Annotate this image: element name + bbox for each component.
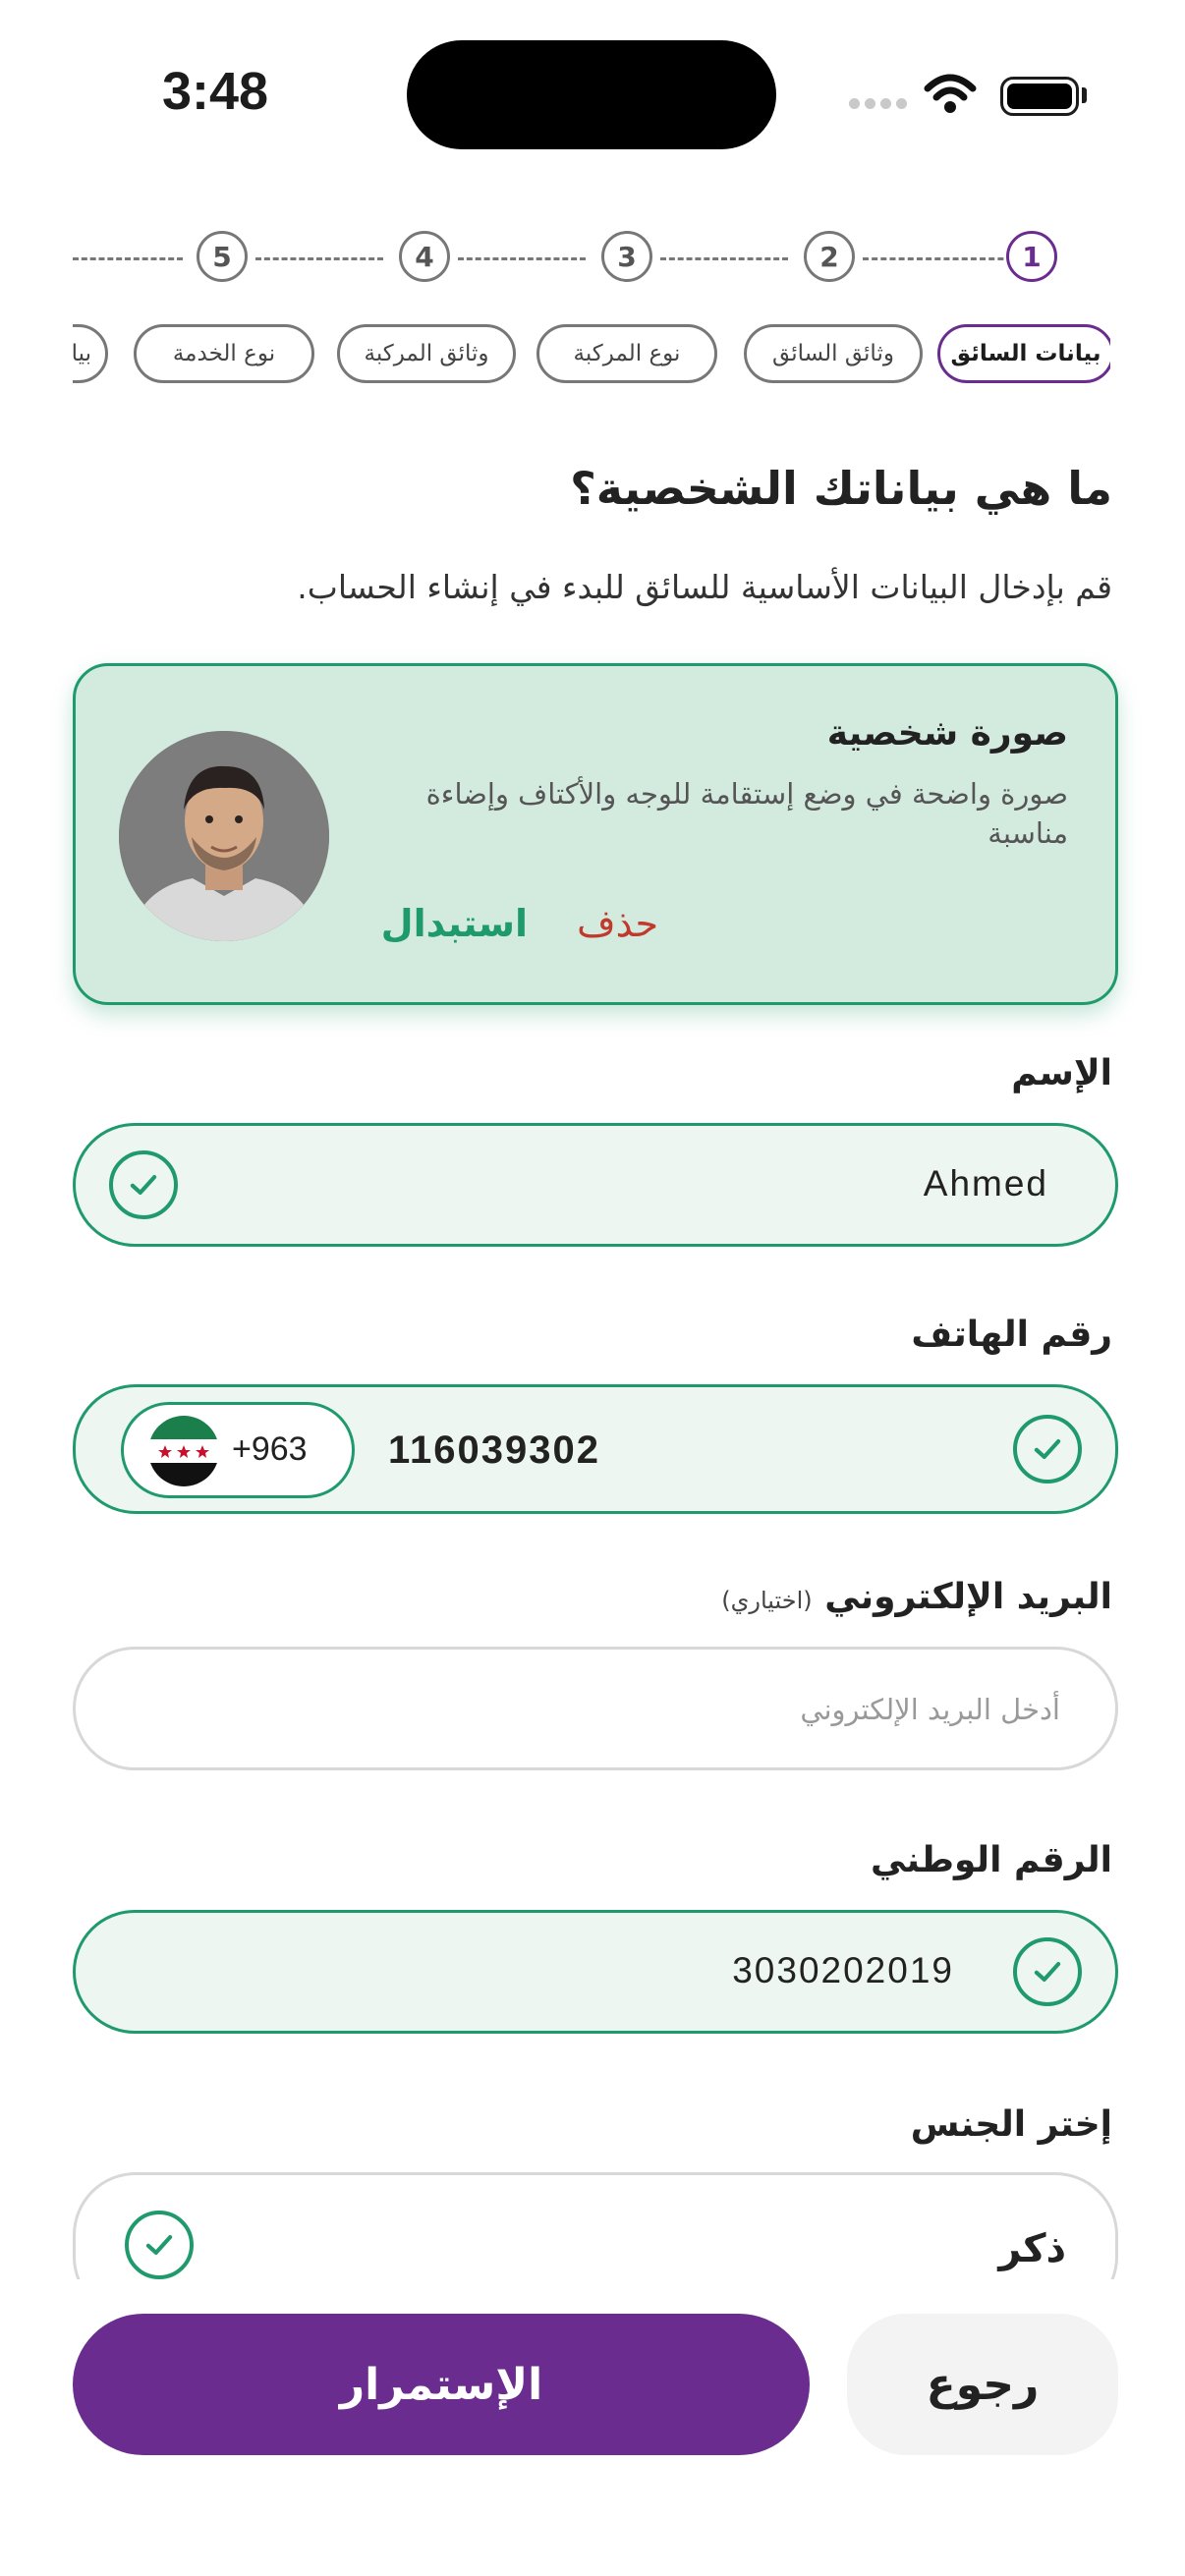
name-label: الإسم bbox=[1011, 1053, 1112, 1093]
tab-driver-info[interactable]: بيانات السائق bbox=[937, 324, 1110, 383]
step-4[interactable]: 4 bbox=[399, 231, 450, 282]
page-title: ما هي بياناتك الشخصية؟ bbox=[570, 462, 1112, 515]
email-optional-text: (اختياري) bbox=[721, 1587, 813, 1614]
step-3[interactable]: 3 bbox=[601, 231, 652, 282]
delete-photo-button[interactable]: حذف bbox=[577, 902, 658, 945]
continue-button[interactable]: الإستمرار bbox=[73, 2314, 810, 2455]
step-1[interactable]: 1 bbox=[1006, 231, 1057, 282]
name-value: Ahmed bbox=[923, 1163, 1048, 1204]
tab-overflow[interactable]: بيا bbox=[73, 324, 108, 383]
gender-label: إختر الجنس bbox=[910, 2104, 1112, 2145]
national-id-value: 3030202019 bbox=[732, 1950, 954, 1990]
battery-tip bbox=[1082, 87, 1087, 103]
country-code: +963 bbox=[232, 1430, 308, 1468]
tab-service-type[interactable]: نوع الخدمة bbox=[134, 324, 314, 383]
phone-value: 116039302 bbox=[388, 1428, 601, 1472]
check-icon bbox=[1013, 1415, 1082, 1484]
email-label-text: البريد الإلكتروني bbox=[824, 1577, 1112, 1617]
check-icon bbox=[109, 1150, 178, 1219]
phone-label: رقم الهاتف bbox=[911, 1315, 1112, 1355]
phone-field[interactable]: +963 116039302 bbox=[73, 1384, 1118, 1514]
tab-vehicle-type[interactable]: نوع المركبة bbox=[536, 324, 717, 383]
avatar[interactable] bbox=[119, 731, 329, 941]
check-icon bbox=[1013, 1937, 1082, 2006]
check-icon bbox=[125, 2211, 194, 2279]
national-id-field[interactable]: 3030202019 bbox=[73, 1910, 1118, 2034]
step-indicator: 5 4 3 2 1 bbox=[73, 231, 1110, 286]
wifi-icon bbox=[924, 74, 977, 113]
syria-flag-icon bbox=[148, 1416, 219, 1486]
national-id-label: الرقم الوطني bbox=[870, 1840, 1112, 1880]
email-label: البريد الإلكتروني (اختياري) bbox=[721, 1577, 1112, 1617]
email-field[interactable]: أدخل البريد الإلكتروني bbox=[73, 1647, 1118, 1770]
country-code-selector[interactable]: +963 bbox=[121, 1402, 355, 1498]
battery-icon bbox=[1000, 77, 1079, 116]
step-5[interactable]: 5 bbox=[197, 231, 248, 282]
tab-vehicle-documents[interactable]: وثائق المركبة bbox=[337, 324, 516, 383]
step-tabs: بيانات السائق وثائق السائق نوع المركبة و… bbox=[73, 322, 1110, 385]
replace-photo-button[interactable]: استبدال bbox=[381, 902, 528, 945]
dynamic-island bbox=[407, 40, 776, 149]
photo-card-description: صورة واضحة في وضع إستقامة للوجه والأكتاف… bbox=[425, 777, 1068, 850]
step-2[interactable]: 2 bbox=[804, 231, 855, 282]
back-button[interactable]: رجوع bbox=[847, 2314, 1118, 2455]
gender-option-label: ذكر bbox=[998, 2226, 1066, 2271]
name-field[interactable]: Ahmed bbox=[73, 1123, 1118, 1247]
profile-photo-card: صورة شخصية صورة واضحة في وضع إستقامة للو… bbox=[73, 663, 1118, 1005]
page-subtitle: قم بإدخال البيانات الأساسية للسائق للبدء… bbox=[297, 568, 1112, 606]
tab-driver-documents[interactable]: وثائق السائق bbox=[744, 324, 923, 383]
cellular-signal-icon bbox=[849, 98, 907, 109]
status-time: 3:48 bbox=[162, 62, 269, 121]
email-placeholder: أدخل البريد الإلكتروني bbox=[800, 1693, 1060, 1726]
photo-card-title: صورة شخصية bbox=[826, 713, 1068, 754]
